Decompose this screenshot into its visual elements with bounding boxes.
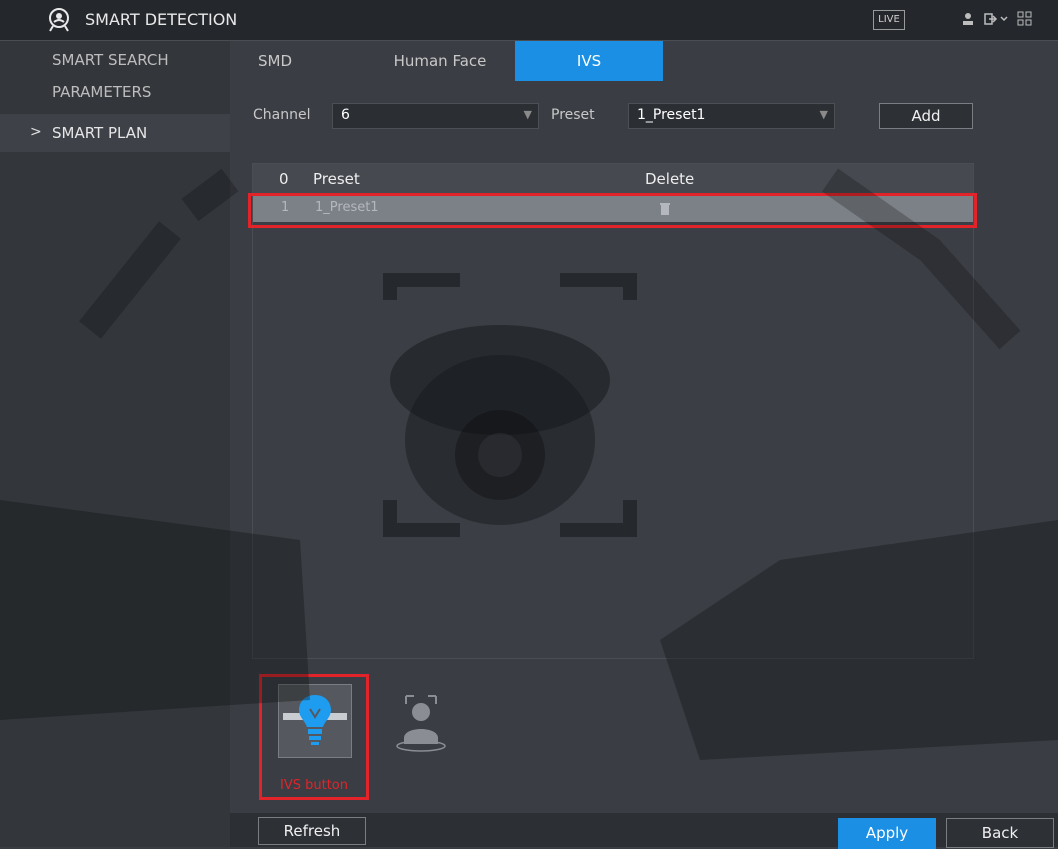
chevron-right-icon: > [30,124,42,140]
smart-detection-icon [49,8,69,32]
sidebar [0,41,230,847]
preset-value: 1_Preset1 [637,107,706,123]
channel-label: Channel [253,107,311,123]
tab-bar: SMD Human Face IVS [230,41,1058,83]
apply-button[interactable]: Apply [838,818,936,849]
header-preset: Preset [313,170,360,188]
header-index: 0 [279,170,289,188]
ivs-button[interactable] [278,684,352,758]
preset-select[interactable]: 1_Preset1 ▼ [628,103,835,129]
sidebar-item-smart-plan[interactable]: SMART PLAN [52,124,147,142]
back-button[interactable]: Back [946,818,1054,848]
tab-ivs[interactable]: IVS [515,41,663,81]
add-button[interactable]: Add [879,103,973,129]
header-delete: Delete [645,170,695,188]
sidebar-item-smart-search[interactable]: SMART SEARCH [52,51,169,69]
preset-label: Preset [551,107,595,123]
lightbulb-icon [283,695,347,745]
channel-select[interactable]: 6 ▼ [332,103,539,129]
title-bar: SMART DETECTION LIVE [0,0,1058,41]
refresh-button[interactable]: Refresh [258,817,366,845]
preset-table: 0 Preset Delete 1 1_Preset1 [252,163,974,659]
channel-value: 6 [341,107,350,123]
ivs-button-callout[interactable]: IVS button [259,674,369,800]
dropdown-caret-icon: ▼ [523,108,532,121]
tab-human-face[interactable]: Human Face [370,41,510,81]
tab-smd[interactable]: SMD [230,41,320,81]
ivs-button-caption: IVS button [280,778,348,793]
table-header: 0 Preset Delete [253,164,973,194]
live-button[interactable]: LIVE [873,10,905,30]
row-highlight-frame [248,193,977,228]
dropdown-caret-icon: ▼ [819,108,828,121]
logout-icon[interactable] [983,11,1009,27]
face-detection-icon[interactable] [388,688,454,754]
page-title: SMART DETECTION [85,10,238,29]
menu-grid-icon[interactable] [1017,11,1033,27]
user-icon[interactable] [960,11,976,27]
sidebar-item-parameters[interactable]: PARAMETERS [52,83,151,101]
